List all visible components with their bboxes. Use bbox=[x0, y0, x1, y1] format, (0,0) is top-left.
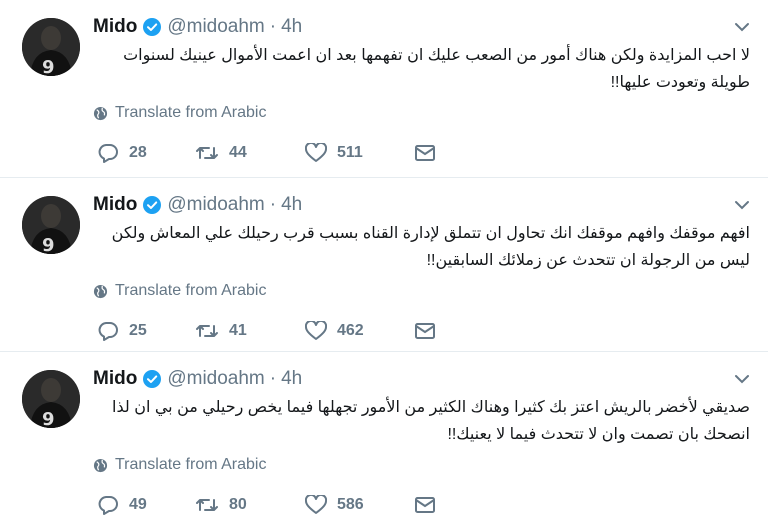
retweet-icon bbox=[196, 499, 218, 511]
author-handle[interactable]: @midoahm bbox=[167, 368, 264, 390]
timestamp[interactable]: 4h bbox=[281, 194, 302, 216]
tweet[interactable]: 9 Mido @midoahm · 4h لا احب المزايدة ولك… bbox=[0, 0, 768, 178]
timestamp[interactable]: 4h bbox=[281, 16, 302, 38]
translate-label: Translate from Arabic bbox=[115, 282, 267, 299]
chevron-down-icon[interactable] bbox=[734, 20, 750, 32]
reply-icon bbox=[98, 496, 118, 515]
envelope-icon bbox=[415, 145, 435, 161]
retweet-count: 44 bbox=[229, 144, 247, 161]
translate-link[interactable]: Translate from Arabic bbox=[93, 455, 266, 475]
retweet-count: 41 bbox=[229, 322, 247, 339]
heart-icon bbox=[305, 143, 327, 162]
retweet-count: 80 bbox=[229, 496, 247, 513]
tweet-text: لا احب المزايدة ولكن هناك أمور من الصعب … bbox=[123, 47, 750, 91]
direct-message-button[interactable] bbox=[414, 144, 436, 162]
reply-button[interactable]: 49 bbox=[97, 495, 195, 515]
like-count: 462 bbox=[337, 322, 364, 339]
translate-label: Translate from Arabic bbox=[115, 104, 267, 121]
envelope-icon bbox=[415, 497, 435, 513]
tweet-header: Mido @midoahm · 4h bbox=[93, 14, 302, 40]
reply-count: 28 bbox=[129, 144, 147, 161]
author-name[interactable]: Mido bbox=[93, 194, 137, 216]
separator: · bbox=[269, 194, 277, 215]
retweet-button[interactable]: 44 bbox=[195, 143, 305, 163]
tweet-text: صديقي لأخضر بالريش اعتز بك كثيرا وهناك ا… bbox=[112, 399, 750, 443]
author-handle[interactable]: @midoahm bbox=[167, 194, 264, 216]
tweet-text: افهم موقفك وافهم موقفك انك تحاول ان تتمل… bbox=[111, 225, 750, 269]
tweet-header: Mido @midoahm · 4h bbox=[93, 366, 302, 392]
heart-icon bbox=[305, 495, 327, 514]
timestamp[interactable]: 4h bbox=[281, 368, 302, 390]
reply-icon bbox=[98, 322, 118, 341]
separator: · bbox=[269, 16, 277, 37]
reply-button[interactable]: 25 bbox=[97, 321, 195, 341]
like-button[interactable]: 511 bbox=[305, 143, 414, 163]
verified-badge-icon bbox=[143, 196, 162, 214]
tweet-actions: 28 44 511 bbox=[97, 141, 436, 165]
like-count: 586 bbox=[337, 496, 364, 513]
author-name[interactable]: Mido bbox=[93, 16, 137, 38]
retweet-icon bbox=[196, 147, 218, 159]
reply-icon bbox=[98, 144, 118, 163]
direct-message-button[interactable] bbox=[414, 322, 436, 340]
heart-icon bbox=[305, 321, 327, 340]
reply-button[interactable]: 28 bbox=[97, 143, 195, 163]
retweet-button[interactable]: 41 bbox=[195, 321, 305, 341]
avatar[interactable]: 9 bbox=[22, 370, 80, 428]
tweet-actions: 25 41 462 bbox=[97, 319, 436, 343]
tweet-actions: 49 80 586 bbox=[97, 493, 436, 517]
verified-badge-icon bbox=[143, 370, 162, 388]
translate-label: Translate from Arabic bbox=[115, 456, 267, 473]
tweet[interactable]: 9 Mido @midoahm · 4h صديقي لأخضر بالريش … bbox=[0, 352, 768, 523]
like-count: 511 bbox=[337, 144, 363, 161]
separator: · bbox=[269, 368, 277, 389]
globe-icon bbox=[93, 458, 108, 472]
retweet-button[interactable]: 80 bbox=[195, 495, 305, 515]
tweet-feed: 9 Mido @midoahm · 4h لا احب المزايدة ولك… bbox=[0, 0, 768, 523]
svg-text:9: 9 bbox=[42, 57, 55, 76]
author-name[interactable]: Mido bbox=[93, 368, 137, 390]
svg-text:9: 9 bbox=[42, 409, 55, 428]
chevron-down-icon[interactable] bbox=[734, 372, 750, 384]
svg-text:9: 9 bbox=[42, 235, 55, 254]
translate-link[interactable]: Translate from Arabic bbox=[93, 103, 266, 123]
avatar[interactable]: 9 bbox=[22, 196, 80, 254]
author-handle[interactable]: @midoahm bbox=[167, 16, 264, 38]
avatar[interactable]: 9 bbox=[22, 18, 80, 76]
like-button[interactable]: 586 bbox=[305, 495, 414, 515]
reply-count: 49 bbox=[129, 496, 147, 513]
retweet-icon bbox=[196, 325, 218, 337]
verified-badge-icon bbox=[143, 18, 162, 36]
translate-link[interactable]: Translate from Arabic bbox=[93, 281, 266, 301]
reply-count: 25 bbox=[129, 322, 147, 339]
globe-icon bbox=[93, 284, 108, 298]
globe-icon bbox=[93, 106, 108, 120]
like-button[interactable]: 462 bbox=[305, 321, 414, 341]
tweet[interactable]: 9 Mido @midoahm · 4h افهم موقفك وافهم مو… bbox=[0, 178, 768, 352]
envelope-icon bbox=[415, 323, 435, 339]
chevron-down-icon[interactable] bbox=[734, 198, 750, 210]
direct-message-button[interactable] bbox=[414, 496, 436, 514]
tweet-header: Mido @midoahm · 4h bbox=[93, 192, 302, 218]
